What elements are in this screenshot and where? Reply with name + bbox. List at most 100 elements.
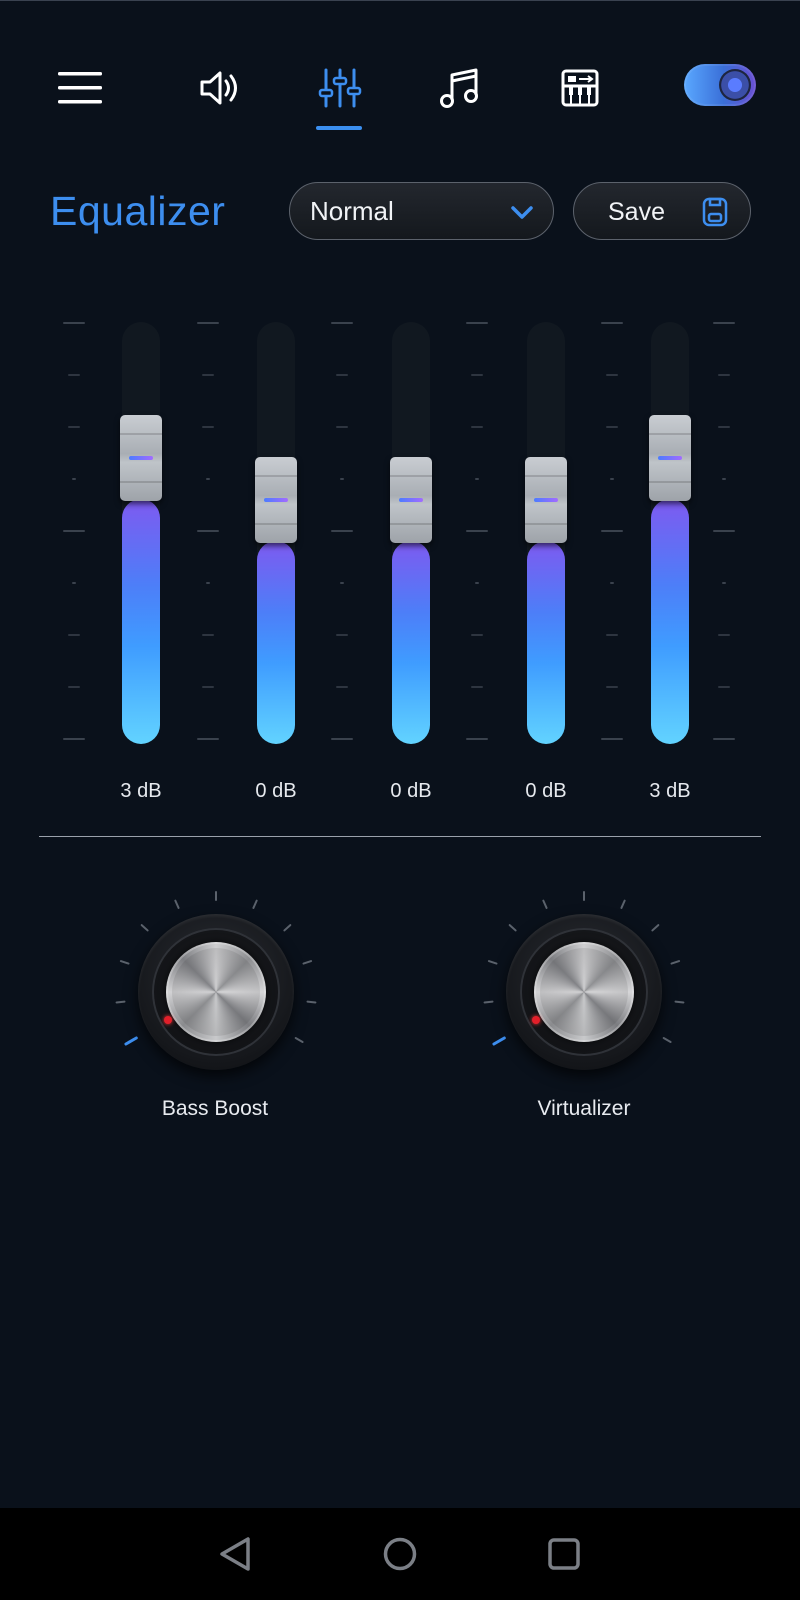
- preset-selected-value: Normal: [310, 195, 394, 226]
- scale-tick: [63, 322, 85, 324]
- scale-tick: [471, 634, 483, 636]
- speaker-volume-icon: [200, 71, 237, 105]
- knob-tick: [542, 899, 548, 909]
- scale-tick: [713, 530, 735, 532]
- knob-tick: [620, 899, 626, 909]
- knob-tick: [140, 924, 149, 932]
- knob-tick: [662, 1037, 672, 1043]
- tab-keyboard[interactable]: [552, 60, 608, 116]
- scale-tick: [197, 322, 219, 324]
- knob-tick: [674, 1000, 685, 1004]
- tab-music[interactable]: [432, 60, 488, 116]
- handle-indicator: [264, 498, 288, 502]
- scale-tick: [206, 478, 210, 480]
- preset-dropdown[interactable]: Normal: [289, 182, 554, 240]
- scale-tick: [606, 686, 618, 688]
- scale-tick: [331, 322, 353, 324]
- menu-button[interactable]: [52, 60, 108, 116]
- band-slider-handle[interactable]: [255, 457, 297, 543]
- scale-tick: [713, 322, 735, 324]
- top-nav: [0, 60, 800, 140]
- band-slider-handle[interactable]: [120, 415, 162, 501]
- knob-dial[interactable]: [506, 914, 662, 1070]
- scale-tick: [601, 322, 623, 324]
- home-button[interactable]: [380, 1534, 420, 1574]
- scale-tick: [202, 426, 214, 428]
- piano-keyboard-icon: [561, 69, 599, 107]
- scale-tick: [610, 582, 614, 584]
- scale-tick: [336, 634, 348, 636]
- band-slider-fill: [122, 499, 160, 744]
- scale-tick: [466, 738, 488, 740]
- scale-tick: [206, 582, 210, 584]
- scale-tick: [722, 582, 726, 584]
- scale-tick: [197, 738, 219, 740]
- knob-tick: [294, 1037, 304, 1043]
- band-slider-handle[interactable]: [390, 457, 432, 543]
- band-slider-track[interactable]: [651, 322, 689, 744]
- toggle-knob: [719, 69, 751, 101]
- band-slider-handle[interactable]: [525, 457, 567, 543]
- active-tab-indicator: [316, 126, 362, 130]
- scale-tick: [718, 374, 730, 376]
- scale-tick: [72, 478, 76, 480]
- scale-tick: [202, 374, 214, 376]
- equalizer-panel: 3 dB 0 dB 0 dB 0 dB 3 dB: [0, 300, 800, 820]
- knob-tick: [483, 1000, 494, 1004]
- scale-tick: [63, 530, 85, 532]
- system-nav-bar: [0, 1508, 800, 1600]
- band-slider-fill: [651, 499, 689, 744]
- scale-tick: [466, 530, 488, 532]
- recents-icon: [548, 1538, 580, 1570]
- hamburger-menu-icon: [58, 72, 102, 104]
- knob-label: Virtualizer: [537, 1097, 631, 1120]
- home-icon: [383, 1537, 417, 1571]
- save-button[interactable]: Save: [573, 182, 751, 240]
- scale-tick: [68, 634, 80, 636]
- scale-tick: [63, 738, 85, 740]
- scale-tick: [72, 582, 76, 584]
- scale-tick: [475, 478, 479, 480]
- tab-volume[interactable]: [192, 60, 248, 116]
- scale-tick: [471, 426, 483, 428]
- rotary-knob: [110, 890, 320, 1100]
- knob-position-indicator: [531, 1016, 540, 1024]
- scale-tick: [466, 322, 488, 324]
- save-button-label: Save: [608, 198, 665, 226]
- scale-tick: [606, 374, 618, 376]
- band-slider-handle[interactable]: [649, 415, 691, 501]
- knob-label: Bass Boost: [161, 1097, 269, 1120]
- scale-tick: [471, 374, 483, 376]
- knob-tick: [283, 924, 292, 932]
- knob-dial[interactable]: [138, 914, 294, 1070]
- scale-tick: [68, 686, 80, 688]
- scale-tick: [68, 374, 80, 376]
- knob-cap-center: [540, 948, 628, 1036]
- band-value-label: 0 dB: [390, 780, 432, 802]
- scale-tick: [202, 634, 214, 636]
- knob-cap-center: [172, 948, 260, 1036]
- knob-tick: [670, 960, 681, 965]
- recents-button[interactable]: [544, 1534, 584, 1574]
- knob-ring: [520, 928, 648, 1056]
- tab-equalizer[interactable]: [312, 60, 368, 116]
- back-button[interactable]: [216, 1534, 256, 1574]
- scale-tick: [601, 530, 623, 532]
- knob-tick: [306, 1000, 317, 1004]
- knob-ring: [152, 928, 280, 1056]
- knob-cap: [166, 942, 266, 1042]
- section-divider: [39, 836, 761, 837]
- band-value-label: 0 dB: [525, 780, 567, 802]
- scale-tick: [606, 634, 618, 636]
- handle-indicator: [658, 456, 682, 460]
- page-title: Equalizer: [50, 188, 226, 234]
- sliders-icon: [318, 68, 362, 108]
- scale-tick: [336, 686, 348, 688]
- scale-tick: [722, 478, 726, 480]
- scale-tick: [340, 582, 344, 584]
- equalizer-enable-toggle[interactable]: [684, 64, 756, 106]
- rotary-knob: [478, 890, 688, 1100]
- band-slider-track[interactable]: [122, 322, 160, 744]
- chevron-down-icon: [511, 206, 533, 219]
- scale-tick: [202, 686, 214, 688]
